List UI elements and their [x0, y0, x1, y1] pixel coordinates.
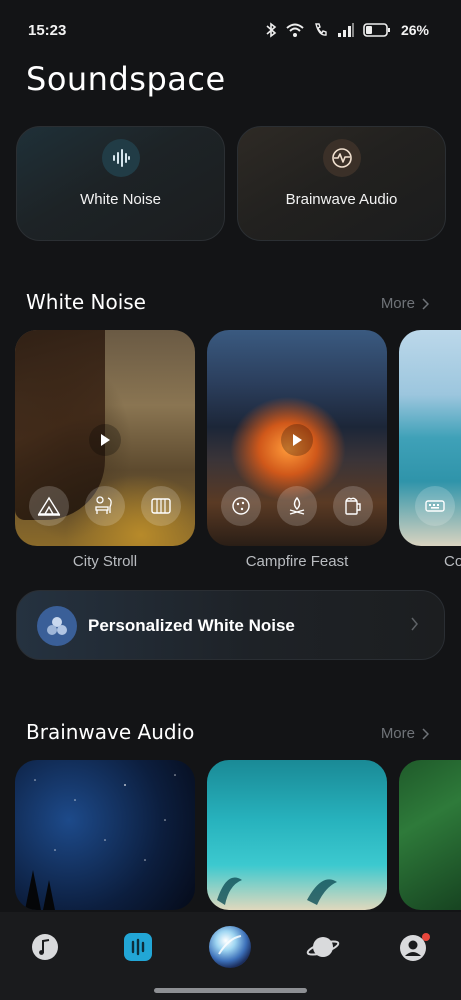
brainwave-more-link[interactable]: More: [381, 725, 429, 742]
status-bar: 15:23 26%: [0, 0, 461, 62]
beer-mug-icon[interactable]: [333, 486, 373, 526]
white-noise-card[interactable]: White Noise: [16, 126, 225, 241]
chevron-right-icon: [411, 617, 418, 631]
personalized-label: Personalized White Noise: [88, 616, 295, 635]
campfire-feast-tile[interactable]: [207, 330, 387, 546]
more-label: More: [380, 725, 415, 742]
bottom-nav: [0, 912, 461, 1000]
brainwave-section-title: Brainwave Audio: [26, 720, 195, 744]
white-noise-more-link[interactable]: More: [381, 295, 429, 312]
keyboard-icon[interactable]: [415, 486, 455, 526]
battery-percent: 26%: [400, 22, 429, 38]
tropical-ocean-tile[interactable]: [207, 760, 387, 910]
status-time: 15:23: [28, 22, 67, 39]
home-indicator[interactable]: [154, 988, 307, 993]
chevron-right-icon: [422, 297, 429, 310]
park-bench-icon[interactable]: [85, 486, 125, 526]
call-icon: [315, 23, 327, 36]
tent-icon[interactable]: [29, 486, 69, 526]
brainwave-icon: [322, 139, 361, 177]
coast-tile[interactable]: [399, 330, 461, 546]
white-noise-section-title: White Noise: [26, 290, 146, 314]
tile-caption: Campfire Feast: [245, 553, 349, 570]
tile-caption: Co: [444, 553, 461, 570]
brainwave-audio-card-label: Brainwave Audio: [285, 191, 398, 208]
play-icon[interactable]: [281, 424, 313, 456]
cookie-icon[interactable]: [221, 486, 261, 526]
page-title: Soundspace: [26, 60, 226, 98]
personalized-white-noise-button[interactable]: Personalized White Noise: [16, 590, 445, 660]
white-noise-card-label: White Noise: [80, 191, 161, 208]
circles-icon: [37, 606, 77, 646]
tree-silhouette: [25, 774, 176, 910]
play-icon[interactable]: [89, 424, 121, 456]
city-stroll-tile[interactable]: [15, 330, 195, 546]
status-icons: 26%: [265, 22, 429, 38]
brainwave-audio-card[interactable]: Brainwave Audio: [237, 126, 446, 241]
tile-caption: City Stroll: [72, 553, 138, 570]
music-note-icon[interactable]: [28, 930, 62, 964]
orb-icon[interactable]: [207, 924, 253, 970]
palm-trees: [217, 877, 337, 905]
more-label: More: [380, 295, 415, 312]
soundspace-icon[interactable]: [121, 930, 155, 964]
waveform-icon: [101, 139, 140, 177]
planet-icon[interactable]: [306, 930, 340, 964]
profile-icon[interactable]: [398, 930, 432, 964]
signal-icon: [337, 23, 354, 37]
chevron-right-icon: [422, 727, 429, 740]
starry-sky-tile[interactable]: [15, 760, 195, 910]
battery-icon: [363, 23, 390, 37]
wifi-icon: [286, 23, 304, 37]
accordion-icon[interactable]: [141, 486, 181, 526]
campfire-icon[interactable]: [277, 486, 317, 526]
leaves-tile[interactable]: [399, 760, 461, 910]
bluetooth-icon: [266, 22, 277, 38]
